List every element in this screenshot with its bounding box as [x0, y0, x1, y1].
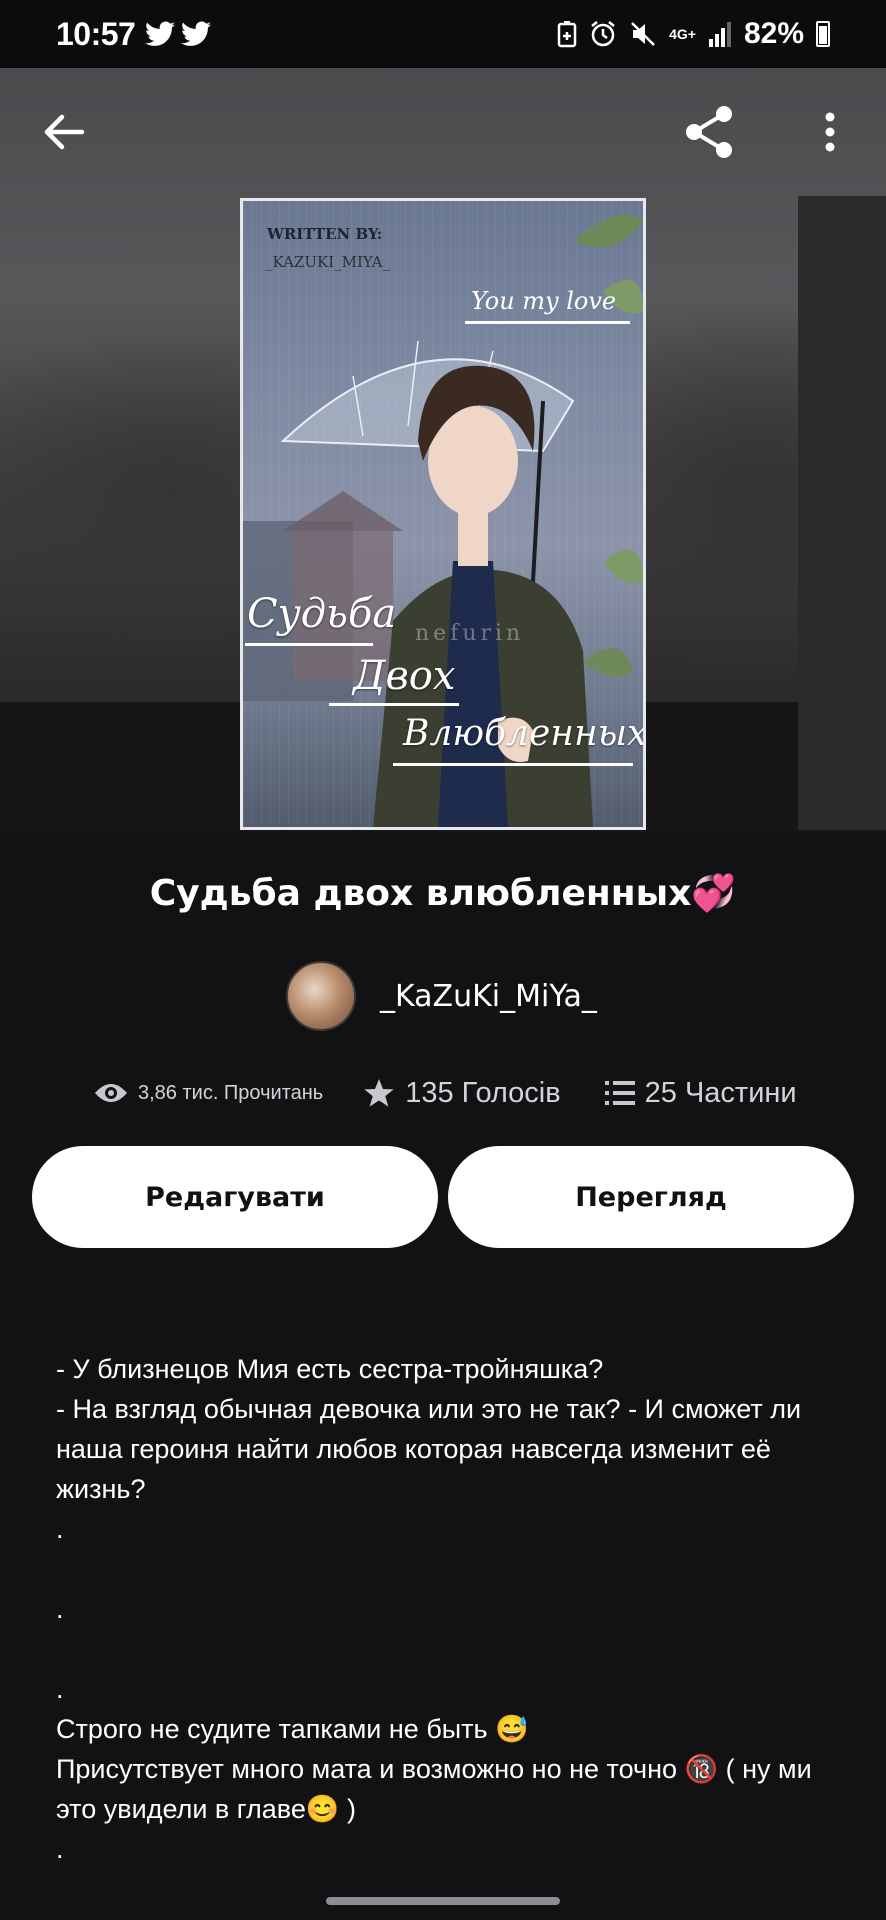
system-status: 4G+ 82%: [557, 17, 830, 51]
parts-count: 25 Частини: [644, 1076, 797, 1109]
next-cover-peek[interactable]: [798, 196, 886, 830]
view-button[interactable]: Перегляд: [448, 1146, 854, 1248]
author-row[interactable]: _KaZuKi_MiYa_: [286, 960, 597, 1032]
cover-title-line2: Двох: [353, 653, 456, 699]
book-title: Судьба двох влюбленных💞: [0, 872, 886, 914]
hearts-emoji: 💞: [691, 873, 737, 914]
cover-author: _KAZUKI_MIYA_: [265, 253, 390, 271]
home-indicator[interactable]: [326, 1897, 560, 1905]
alarm-icon: [591, 21, 615, 47]
back-button[interactable]: [28, 96, 100, 168]
cover-tagline-underline: [465, 321, 630, 324]
battery-saver-icon: [557, 21, 577, 48]
battery-percent: 82%: [743, 17, 804, 50]
more-options-button[interactable]: [794, 96, 866, 168]
cover-tagline: You my love: [471, 287, 617, 315]
star-icon: [364, 1079, 394, 1107]
twitter-icon: [145, 21, 176, 46]
cover-title-underline-2: [329, 703, 459, 706]
votes-stat: 135 Голосів: [363, 1076, 561, 1110]
mute-icon: [631, 22, 655, 46]
twitter-icon: [181, 21, 212, 46]
cover-title-underline-3: [393, 763, 633, 766]
votes-count: 135 Голосів: [405, 1076, 561, 1109]
book-title-text: Судьба двох влюбленных: [149, 873, 692, 914]
notification-icons: [145, 21, 212, 47]
parts-stat: 25 Частини: [604, 1076, 797, 1110]
cover-title-line1: Судьба: [247, 591, 397, 637]
cover-watermark: nefurin: [415, 621, 525, 646]
reads-stat: 3,86 тис. Прочитань: [94, 1081, 323, 1105]
network-type: 4G+: [669, 26, 696, 42]
author-name[interactable]: _KaZuKi_MiYa_: [380, 979, 597, 1014]
share-icon: [686, 106, 732, 158]
stats-row: 3,86 тис. Прочитань 135 Голосів 25 Части…: [94, 1070, 797, 1116]
cover-title-line3: Влюбленных: [403, 713, 646, 754]
edit-button[interactable]: Редагувати: [32, 1146, 438, 1248]
battery-icon: [816, 21, 830, 47]
list-icon: [604, 1081, 635, 1105]
book-description: - У близнецов Мия есть сестра-тройняшка?…: [56, 1354, 812, 1864]
eye-icon: [95, 1084, 127, 1102]
cover-written-by: WRITTEN BY:: [267, 225, 383, 243]
share-button[interactable]: [674, 96, 746, 168]
signal-icon: [708, 22, 731, 47]
arrow-left-icon: [44, 114, 85, 150]
reads-count: 3,86 тис. Прочитань: [138, 1081, 324, 1104]
avatar[interactable]: [286, 961, 356, 1031]
more-vertical-icon: [825, 112, 835, 152]
cover-title-underline-1: [245, 643, 373, 646]
status-time: 10:57: [56, 15, 136, 52]
book-cover[interactable]: WRITTEN BY: _KAZUKI_MIYA_ You my love ne…: [240, 198, 646, 830]
status-bar: 10:57 4G+ 82%: [0, 0, 886, 68]
